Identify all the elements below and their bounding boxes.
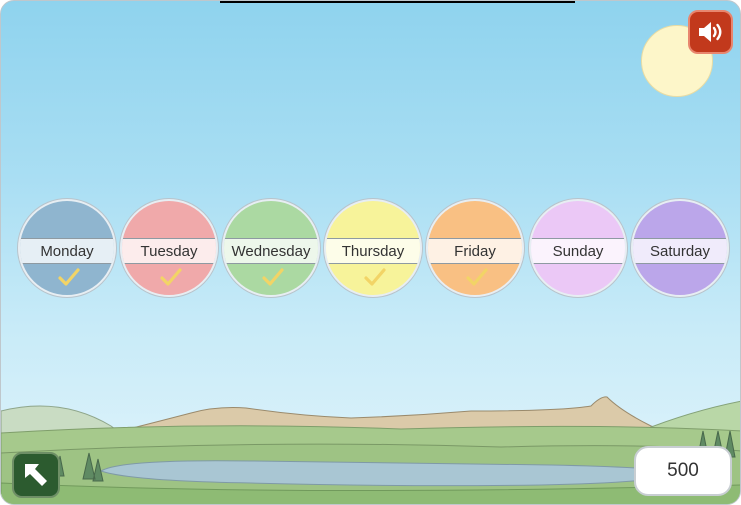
sound-button[interactable] xyxy=(688,10,733,54)
day-circle-sunday[interactable]: Sunday xyxy=(529,199,627,297)
day-circle-wednesday[interactable]: Wednesday xyxy=(222,199,320,297)
checkmark-icon xyxy=(58,268,80,286)
top-bar xyxy=(220,1,575,3)
day-label: Saturday xyxy=(633,238,727,264)
score-box: 500 xyxy=(634,446,732,496)
day-label: Wednesday xyxy=(224,238,318,264)
checkmark-icon xyxy=(160,268,182,286)
back-button[interactable] xyxy=(12,452,60,498)
game-scene: Monday Tuesday Wednesday Thursday Friday Sund… xyxy=(0,0,741,505)
day-label: Friday xyxy=(428,238,522,264)
checkmark-icon xyxy=(466,268,488,286)
speaker-icon xyxy=(698,22,721,42)
landscape xyxy=(1,396,740,504)
day-label: Monday xyxy=(20,238,114,264)
score-value: 500 xyxy=(667,460,699,481)
day-circle-monday[interactable]: Monday xyxy=(18,199,116,297)
checkmark-icon xyxy=(262,268,284,286)
back-arrow-icon xyxy=(25,464,47,486)
day-label: Tuesday xyxy=(122,238,216,264)
day-circle-friday[interactable]: Friday xyxy=(426,199,524,297)
checkmark-icon xyxy=(364,268,386,286)
day-label: Sunday xyxy=(531,238,625,264)
day-circle-thursday[interactable]: Thursday xyxy=(324,199,422,297)
day-label: Thursday xyxy=(326,238,420,264)
day-circle-saturday[interactable]: Saturday xyxy=(631,199,729,297)
day-circle-tuesday[interactable]: Tuesday xyxy=(120,199,218,297)
